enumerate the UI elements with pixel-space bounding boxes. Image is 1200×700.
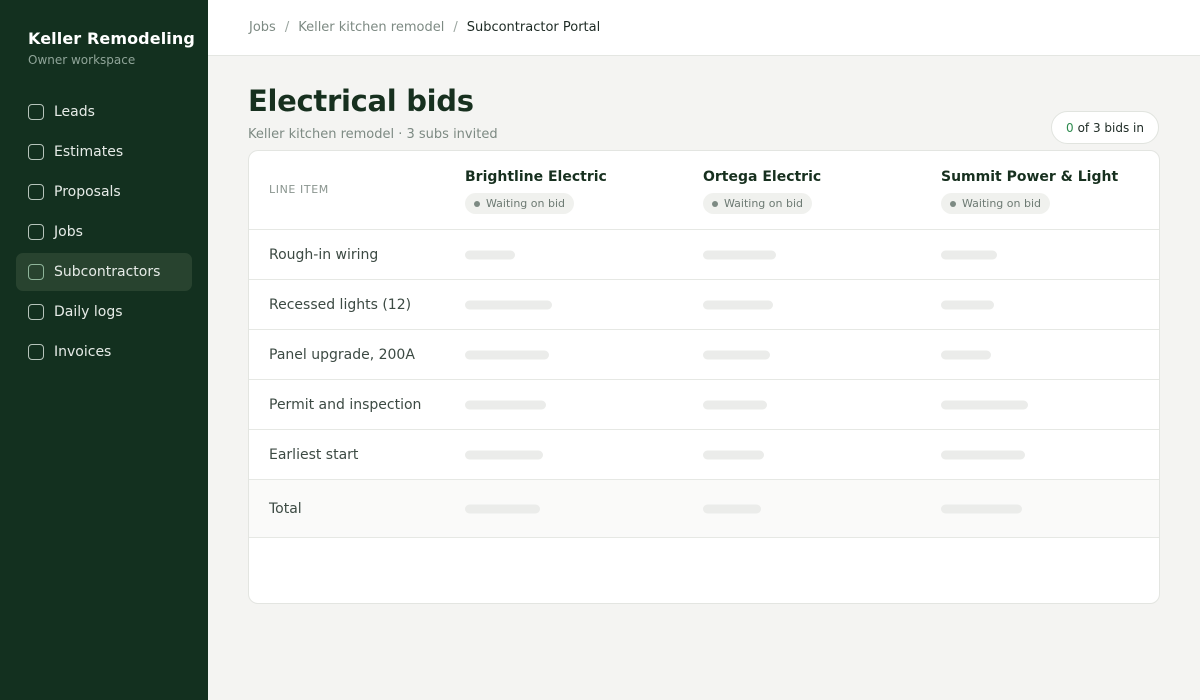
bidder-name[interactable]: Brightline Electric	[465, 169, 607, 185]
table-row: Rough-in wiring	[249, 230, 1159, 280]
page-subtitle: Keller kitchen remodel · 3 subs invited	[248, 127, 498, 142]
bid-placeholder	[941, 250, 997, 259]
sidebar-item-estimates[interactable]: Estimates	[16, 133, 192, 171]
sidebar-item-label: Leads	[54, 104, 95, 120]
breadcrumb-jobs[interactable]: Jobs	[249, 20, 276, 35]
sidebar-item-label: Estimates	[54, 144, 124, 160]
breadcrumb-job[interactable]: Keller kitchen remodel	[298, 20, 444, 35]
sidebar-nav: Leads Estimates Proposals Jobs Subcontra…	[16, 93, 192, 373]
workspace-label: Owner workspace	[28, 53, 136, 67]
status-text: Waiting on bid	[962, 197, 1042, 210]
total-placeholder	[703, 504, 761, 513]
line-item-label: Panel upgrade, 200A	[269, 346, 415, 363]
status-dot-icon	[712, 200, 718, 207]
status-badge: Waiting on bid	[941, 193, 1051, 214]
table-row: Recessed lights (12)	[249, 280, 1159, 330]
sidebar-item-label: Invoices	[54, 344, 112, 360]
bid-comparison-table: LINE ITEM Brightline Electric Waiting on…	[248, 150, 1160, 604]
bids-count-badge: 0 of 3 bids in	[1050, 111, 1159, 144]
sidebar-item-leads[interactable]: Leads	[16, 93, 192, 131]
daily-logs-icon	[28, 304, 44, 320]
line-item-label: Permit and inspection	[269, 396, 422, 413]
bids-received-count: 0	[1065, 120, 1074, 135]
bidder-name[interactable]: Ortega Electric	[703, 169, 821, 185]
line-item-header: LINE ITEM	[269, 183, 329, 196]
total-row: Total	[249, 480, 1159, 538]
jobs-icon	[28, 224, 44, 240]
invoices-icon	[28, 344, 44, 360]
bid-placeholder	[465, 300, 552, 309]
brand-name: Keller Remodeling	[28, 29, 195, 48]
line-item-label: Rough-in wiring	[269, 246, 379, 263]
bid-placeholder	[703, 450, 764, 459]
bid-placeholder	[465, 350, 549, 359]
bidder-column-summit: Summit Power & Light Waiting on bid	[941, 169, 1118, 214]
bid-placeholder	[941, 400, 1028, 409]
sidebar-item-proposals[interactable]: Proposals	[16, 173, 192, 211]
bidder-column-ortega: Ortega Electric Waiting on bid	[703, 169, 821, 214]
bidder-name[interactable]: Summit Power & Light	[941, 169, 1118, 185]
leads-icon	[28, 104, 44, 120]
bid-placeholder	[465, 450, 543, 459]
status-text: Waiting on bid	[724, 197, 804, 210]
total-placeholder	[465, 504, 540, 513]
bid-placeholder	[465, 250, 515, 259]
status-dot-icon	[474, 200, 480, 207]
table-row: Earliest start	[249, 430, 1159, 480]
proposals-icon	[28, 184, 44, 200]
total-placeholder	[941, 504, 1022, 513]
sidebar-item-daily-logs[interactable]: Daily logs	[16, 293, 192, 331]
line-item-label: Earliest start	[269, 446, 359, 463]
bid-placeholder	[703, 300, 773, 309]
page-title: Electrical bids	[248, 84, 474, 118]
bids-total-text: of 3 bids in	[1077, 120, 1144, 135]
table-header: LINE ITEM Brightline Electric Waiting on…	[249, 151, 1159, 230]
total-label: Total	[269, 500, 302, 517]
subcontractors-icon	[28, 264, 44, 280]
sidebar-item-label: Daily logs	[54, 304, 123, 320]
bid-placeholder	[941, 450, 1025, 459]
status-text: Waiting on bid	[486, 197, 566, 210]
bid-placeholder	[703, 350, 770, 359]
line-item-label: Recessed lights (12)	[269, 296, 412, 313]
sidebar-item-label: Jobs	[54, 224, 83, 240]
sidebar-item-subcontractors[interactable]: Subcontractors	[16, 253, 192, 291]
breadcrumb-separator: /	[453, 20, 458, 35]
bid-placeholder	[465, 400, 546, 409]
bid-placeholder	[703, 250, 776, 259]
sidebar: Keller Remodeling Owner workspace Leads …	[0, 0, 208, 700]
breadcrumb-current: Subcontractor Portal	[466, 20, 601, 35]
breadcrumb: Jobs / Keller kitchen remodel / Subcontr…	[208, 0, 1200, 56]
status-badge: Waiting on bid	[465, 193, 575, 214]
sidebar-item-label: Proposals	[54, 184, 121, 200]
estimates-icon	[28, 144, 44, 160]
status-dot-icon	[950, 200, 956, 207]
table-row: Permit and inspection	[249, 380, 1159, 430]
sidebar-item-label: Subcontractors	[54, 264, 161, 280]
bidder-column-brightline: Brightline Electric Waiting on bid	[465, 169, 607, 214]
bid-placeholder	[941, 350, 991, 359]
status-badge: Waiting on bid	[703, 193, 813, 214]
bid-placeholder	[703, 400, 767, 409]
bid-placeholder	[941, 300, 994, 309]
breadcrumb-separator: /	[284, 20, 290, 35]
table-row: Panel upgrade, 200A	[249, 330, 1159, 380]
sidebar-item-jobs[interactable]: Jobs	[16, 213, 192, 251]
sidebar-item-invoices[interactable]: Invoices	[16, 333, 192, 371]
